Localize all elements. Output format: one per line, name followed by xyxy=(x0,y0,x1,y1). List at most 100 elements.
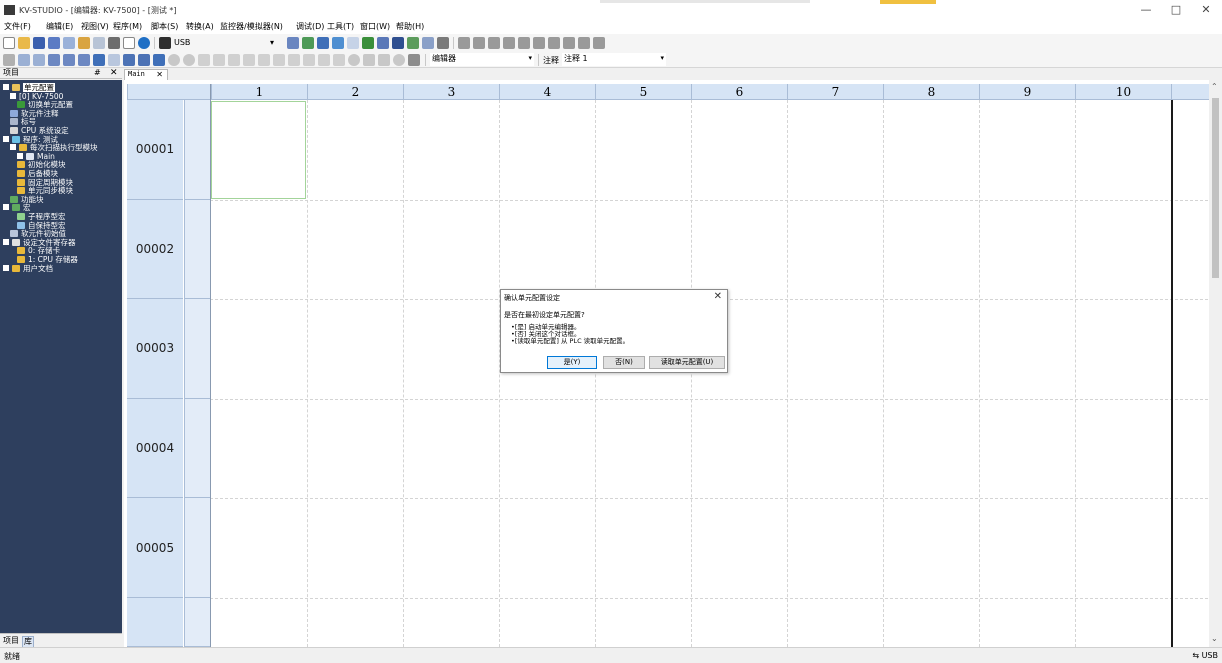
run-mode-icon[interactable] xyxy=(168,54,180,66)
save-all-icon[interactable] xyxy=(48,37,60,49)
row-marker[interactable] xyxy=(184,598,210,647)
contact-no-icon[interactable] xyxy=(458,37,470,49)
comment-combo[interactable]: 注释 1 ▾ xyxy=(562,53,666,66)
function-key-icon[interactable] xyxy=(578,37,590,49)
mnemonic-view-icon[interactable] xyxy=(63,54,75,66)
menu-monitor-simulator[interactable]: 监控器/模拟器(N) xyxy=(220,21,283,33)
scroll-up-icon[interactable]: ⌃ xyxy=(1211,82,1218,91)
row-number[interactable]: 00004 xyxy=(127,398,183,499)
row-marker[interactable] xyxy=(184,498,210,598)
display-icon[interactable] xyxy=(408,54,420,66)
falling-edge-icon[interactable] xyxy=(533,37,545,49)
expand-toggle-icon[interactable] xyxy=(3,204,9,211)
help-icon[interactable] xyxy=(138,37,150,49)
row-number[interactable]: 00003 xyxy=(127,299,183,399)
step-forward-icon[interactable] xyxy=(333,54,345,66)
row-marker[interactable] xyxy=(184,199,210,300)
scan-icon[interactable] xyxy=(363,54,375,66)
panel-close-icon[interactable]: ✕ xyxy=(110,68,118,78)
row-number[interactable] xyxy=(127,598,183,647)
menu-convert[interactable]: 转换(A) xyxy=(186,21,214,33)
close-button[interactable]: ✕ xyxy=(1193,2,1219,18)
save-icon[interactable] xyxy=(33,37,45,49)
monitor-icon[interactable] xyxy=(332,37,344,49)
tab-main[interactable]: Main ✕ xyxy=(124,69,168,80)
pin-icon[interactable]: # xyxy=(94,68,101,78)
project-icon[interactable] xyxy=(63,37,75,49)
align-left-icon[interactable] xyxy=(18,54,30,66)
menu-debug[interactable]: 调试(D) xyxy=(296,21,324,33)
stop-icon[interactable] xyxy=(213,54,225,66)
row-number[interactable]: 00005 xyxy=(127,498,183,598)
prog-mode-icon[interactable] xyxy=(183,54,195,66)
menu-edit[interactable]: 编辑(E) xyxy=(46,21,73,33)
tree-item[interactable]: 用户文档 xyxy=(3,264,53,273)
print-preview-icon[interactable] xyxy=(123,37,135,49)
tab-project[interactable]: 项目 xyxy=(3,636,19,646)
cursor-cell[interactable] xyxy=(211,101,306,199)
rising-edge-icon[interactable] xyxy=(518,37,530,49)
verify-icon[interactable] xyxy=(317,37,329,49)
expand-toggle-icon[interactable] xyxy=(10,92,16,99)
scroll-thumb[interactable] xyxy=(1212,98,1219,278)
editor-mode-combo[interactable]: 编辑器 ▾ xyxy=(430,53,534,66)
trace-icon[interactable] xyxy=(378,54,390,66)
step-up-icon[interactable] xyxy=(258,54,270,66)
find-icon[interactable] xyxy=(108,54,120,66)
vertical-scrollbar[interactable]: ⌃ ⌄ xyxy=(1209,80,1222,647)
ladder-view-icon[interactable] xyxy=(48,54,60,66)
tab-close-icon[interactable]: ✕ xyxy=(156,70,163,79)
menu-help[interactable]: 帮助(H) xyxy=(396,21,424,33)
align-right-icon[interactable] xyxy=(33,54,45,66)
tree-item[interactable]: 宏 xyxy=(3,204,31,212)
menu-tools[interactable]: 工具(T) xyxy=(327,21,354,33)
expand-toggle-icon[interactable] xyxy=(10,144,16,151)
register-monitor-icon[interactable] xyxy=(392,37,404,49)
read-from-plc-icon[interactable] xyxy=(302,37,314,49)
jump-icon[interactable] xyxy=(153,54,165,66)
indent-icon[interactable] xyxy=(3,54,15,66)
contact-parallel-icon[interactable] xyxy=(488,37,500,49)
line-draw-icon[interactable] xyxy=(593,37,605,49)
coil-icon[interactable] xyxy=(548,37,560,49)
export-icon[interactable] xyxy=(93,37,105,49)
yes-button[interactable]: 是(Y) xyxy=(547,356,597,369)
expand-toggle-icon[interactable] xyxy=(17,152,23,159)
dialog-close-icon[interactable]: ✕ xyxy=(714,291,722,302)
new-file-icon[interactable] xyxy=(3,37,15,49)
timer-icon[interactable] xyxy=(393,54,405,66)
replace-all-icon[interactable] xyxy=(138,54,150,66)
window-layout-icon[interactable] xyxy=(437,37,449,49)
pause-icon[interactable] xyxy=(228,54,240,66)
connection-dropdown-icon[interactable]: ▾ xyxy=(270,38,274,47)
minimize-button[interactable]: — xyxy=(1133,2,1159,18)
contact-parallel-nc-icon[interactable] xyxy=(503,37,515,49)
transfer-to-plc-icon[interactable] xyxy=(287,37,299,49)
print-icon[interactable] xyxy=(108,37,120,49)
row-marker[interactable] xyxy=(184,299,210,399)
scroll-down-icon[interactable]: ⌄ xyxy=(1211,634,1218,643)
open-folder-icon[interactable] xyxy=(18,37,30,49)
no-button[interactable]: 否(N) xyxy=(603,356,645,369)
usb-connection-icon[interactable] xyxy=(159,37,171,49)
step-back-icon[interactable] xyxy=(243,54,255,66)
breakpoint-icon[interactable] xyxy=(348,54,360,66)
unit-monitor-icon[interactable] xyxy=(422,37,434,49)
row-number[interactable]: 00002 xyxy=(127,199,183,300)
block-view-icon[interactable] xyxy=(78,54,90,66)
contact-nc-icon[interactable] xyxy=(473,37,485,49)
coil-nc-icon[interactable] xyxy=(563,37,575,49)
step-next-icon[interactable] xyxy=(318,54,330,66)
read-unit-config-button[interactable]: 读取单元配置(U) xyxy=(649,356,725,369)
device-monitor-icon[interactable] xyxy=(377,37,389,49)
replace-icon[interactable] xyxy=(123,54,135,66)
cross-ref-icon[interactable] xyxy=(93,54,105,66)
step-first-icon[interactable] xyxy=(273,54,285,66)
menu-view[interactable]: 视图(V) xyxy=(81,21,109,33)
menu-program[interactable]: 程序(M) xyxy=(113,21,142,33)
search-icon[interactable] xyxy=(347,37,359,49)
menu-file[interactable]: 文件(F) xyxy=(4,21,31,33)
maximize-button[interactable]: □ xyxy=(1163,2,1189,18)
row-marker[interactable] xyxy=(184,398,210,499)
simulator-icon[interactable] xyxy=(407,37,419,49)
